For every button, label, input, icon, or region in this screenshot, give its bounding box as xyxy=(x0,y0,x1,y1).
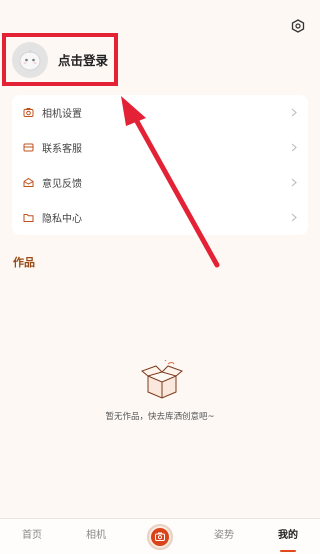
robot-avatar-icon xyxy=(19,49,41,70)
chevron-right-icon xyxy=(290,108,298,118)
tab-label: 相机 xyxy=(86,529,106,541)
feedback-icon xyxy=(22,177,34,189)
menu-item-label: 意见反馈 xyxy=(42,179,82,190)
menu-item-label: 联系客服 xyxy=(42,144,82,155)
bottom-tab-bar: 首页 相机 姿势 我的 xyxy=(0,518,320,554)
hexagon-settings-icon xyxy=(291,19,305,33)
menu-item-camera-settings[interactable]: 相机设置 xyxy=(22,95,298,130)
capture-button[interactable] xyxy=(128,523,192,550)
menu-item-label: 隐私中心 xyxy=(42,214,82,225)
tab-poses[interactable]: 姿势 xyxy=(192,519,256,554)
menu-card: 相机设置 联系客服 意见反馈 隐私中心 xyxy=(12,95,308,235)
customer-service-icon xyxy=(22,142,34,154)
privacy-folder-icon xyxy=(22,212,34,224)
chevron-right-icon xyxy=(290,178,298,188)
login-area[interactable]: 点击登录 xyxy=(2,33,118,86)
tab-mine[interactable]: 我的 xyxy=(256,519,320,554)
menu-item-feedback[interactable]: 意见反馈 xyxy=(22,165,298,200)
settings-button[interactable] xyxy=(290,18,306,34)
camera-settings-icon xyxy=(22,107,34,119)
chevron-right-icon xyxy=(290,143,298,153)
empty-works-text: 暂无作品，快去库洒创意吧~ xyxy=(105,412,215,422)
empty-box-icon xyxy=(141,360,183,399)
camera-icon xyxy=(151,527,169,546)
camera-button-ring xyxy=(147,523,173,550)
tab-label: 姿势 xyxy=(214,529,234,541)
tab-home[interactable]: 首页 xyxy=(0,519,64,554)
menu-item-customer-service[interactable]: 联系客服 xyxy=(22,130,298,165)
chevron-right-icon xyxy=(290,213,298,223)
login-text[interactable]: 点击登录 xyxy=(58,50,108,69)
avatar xyxy=(12,41,48,78)
active-tab-indicator xyxy=(280,549,296,552)
tab-label: 我的 xyxy=(278,529,298,541)
tab-camera[interactable]: 相机 xyxy=(64,519,128,554)
menu-item-label: 相机设置 xyxy=(42,109,82,120)
tab-label: 首页 xyxy=(22,529,42,541)
menu-item-privacy[interactable]: 隐私中心 xyxy=(22,200,298,235)
works-title: 作品 xyxy=(13,256,35,269)
